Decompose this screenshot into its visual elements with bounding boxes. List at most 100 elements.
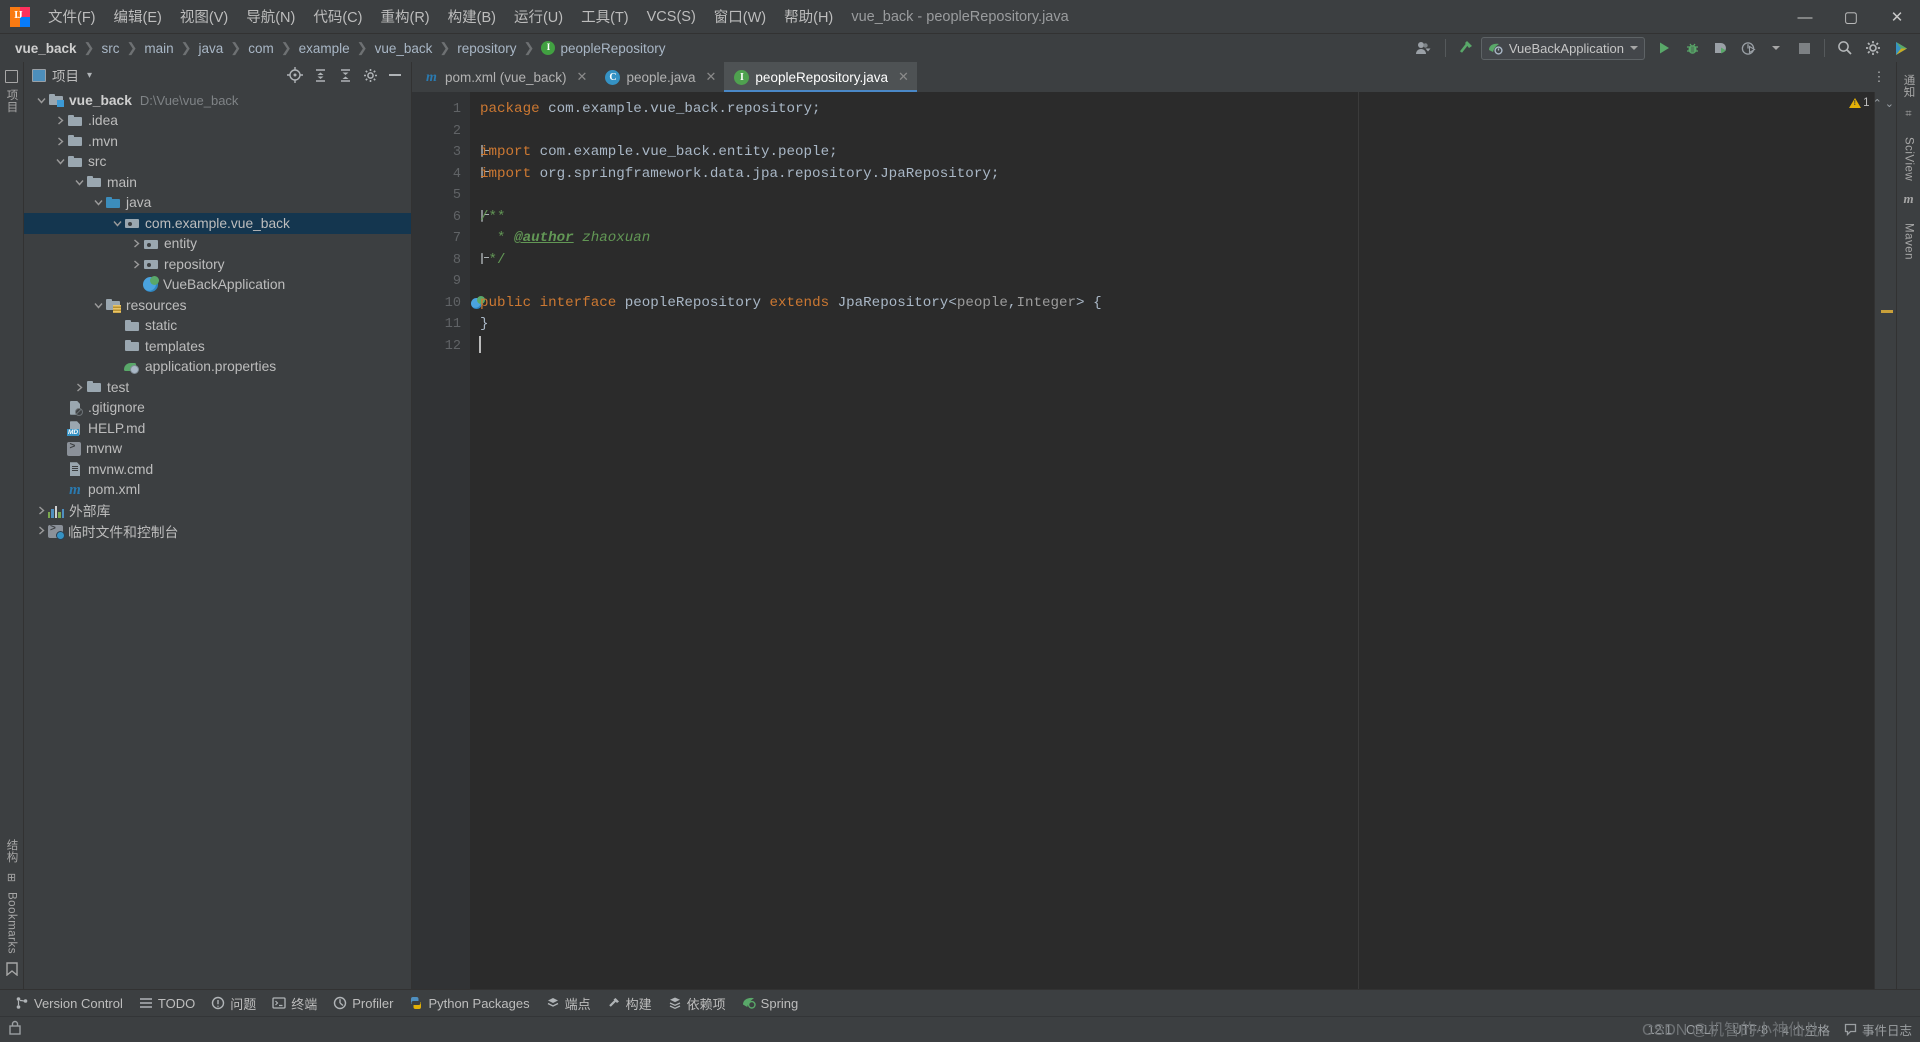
tree-row[interactable]: 外部库 (24, 500, 411, 521)
run-configuration-selector[interactable]: VueBackApplication (1480, 36, 1645, 60)
project-tool-icon[interactable] (5, 70, 18, 83)
error-stripe[interactable]: 1 ⌃ ⌄ (1849, 92, 1896, 989)
tree-row-selected[interactable]: com.example.vue_back (24, 213, 411, 234)
tree-row[interactable]: resources (24, 295, 411, 316)
code-line[interactable]: public interface peopleRepository extend… (480, 293, 1874, 315)
breadcrumb-item-example[interactable]: example (296, 37, 353, 59)
code-line[interactable] (480, 271, 1874, 293)
expand-all-icon[interactable] (308, 64, 332, 86)
chevron-right-icon[interactable] (53, 116, 67, 125)
tool-problems[interactable]: 问题 (204, 992, 263, 1014)
lock-icon[interactable] (8, 1020, 22, 1040)
run-button[interactable] (1651, 36, 1677, 60)
chevron-right-icon[interactable] (53, 137, 67, 146)
chevron-down-icon[interactable] (91, 198, 105, 207)
tree-row[interactable]: entity (24, 234, 411, 255)
menu-edit[interactable]: 编辑(E) (105, 4, 171, 30)
tree-row[interactable]: .mvn (24, 131, 411, 152)
select-opened-file-icon[interactable] (283, 64, 307, 86)
menu-run[interactable]: 运行(U) (505, 4, 572, 30)
chevron-down-icon[interactable] (34, 96, 48, 105)
debug-button[interactable] (1679, 36, 1705, 60)
prev-problem-icon[interactable]: ⌃ (1873, 97, 1882, 110)
tool-spring[interactable]: Spring (735, 992, 806, 1014)
tree-row[interactable]: MD HELP.md (24, 418, 411, 439)
breadcrumb-item-main[interactable]: main (141, 37, 176, 59)
code-line[interactable]: package com.example.vue_back.repository; (480, 99, 1874, 121)
chevron-right-icon[interactable] (34, 506, 48, 515)
database-icon[interactable]: ⌗ (1905, 108, 1911, 121)
chevron-right-icon[interactable] (129, 260, 143, 269)
tree-row[interactable]: main (24, 172, 411, 193)
editor-tab[interactable]: IpeopleRepository.java ✕ (724, 62, 917, 92)
chevron-down-icon[interactable] (110, 219, 124, 228)
menu-navigate[interactable]: 导航(N) (237, 4, 304, 30)
encoding[interactable]: UTF-8 (1733, 1023, 1768, 1037)
more-tabs-icon[interactable]: ⋮ (1866, 65, 1892, 89)
tool-todo[interactable]: TODO (132, 992, 202, 1014)
structure-icon[interactable]: ⊞ (7, 871, 16, 884)
tool-version-control[interactable]: Version Control (8, 992, 130, 1014)
project-strip-label[interactable]: 项目 (4, 89, 20, 113)
account-icon[interactable] (1412, 36, 1438, 60)
event-log-button[interactable]: 事件日志 (1844, 1020, 1912, 1039)
tree-row[interactable]: mvnw (24, 439, 411, 460)
editor-tab[interactable]: m pom.xml (vue_back) ✕ (414, 62, 595, 92)
notifications-strip-label[interactable]: 通知 (1901, 74, 1917, 98)
editor-tab[interactable]: Cpeople.java ✕ (595, 62, 724, 92)
gear-icon[interactable] (1860, 36, 1886, 60)
chevron-down-icon[interactable] (53, 157, 67, 166)
profiler-button[interactable] (1735, 36, 1761, 60)
chevron-down-icon[interactable] (91, 301, 105, 310)
chevron-right-icon[interactable] (129, 239, 143, 248)
menu-code[interactable]: 代码(C) (304, 4, 371, 30)
code-line[interactable] (480, 121, 1874, 143)
tree-row[interactable]: vue_back D:\Vue\vue_back (24, 90, 411, 111)
breadcrumb-item-java[interactable]: java (196, 37, 227, 59)
code-line[interactable]: } (480, 314, 1874, 336)
menu-tools[interactable]: 工具(T) (572, 4, 638, 30)
menu-vcs[interactable]: VCS(S) (638, 4, 705, 30)
close-tab-icon[interactable]: ✕ (706, 69, 717, 85)
stripe-warning-mark[interactable] (1881, 310, 1893, 313)
tree-row[interactable]: .gitignore (24, 398, 411, 419)
tree-row[interactable]: src (24, 152, 411, 173)
breadcrumb-item-vue-back[interactable]: vue_back (12, 37, 80, 59)
gear-icon[interactable] (358, 64, 382, 86)
menu-build[interactable]: 构建(B) (439, 4, 505, 30)
tree-row[interactable]: m pom.xml (24, 480, 411, 501)
code-line[interactable]: * @author zhaoxuan (480, 228, 1874, 250)
tree-row[interactable]: mvnw.cmd (24, 459, 411, 480)
menu-view[interactable]: 视图(V) (171, 4, 237, 30)
menu-refactor[interactable]: 重构(R) (371, 4, 438, 30)
chevron-right-icon[interactable] (72, 383, 86, 392)
chevron-right-icon[interactable] (34, 526, 48, 535)
code-editor[interactable]: 1 2 3 4 5 6 7 8 9 10 11 12 package com.example.vue_… (412, 92, 1896, 989)
updates-icon[interactable] (1888, 36, 1914, 60)
tree-row[interactable]: repository (24, 254, 411, 275)
code-line[interactable] (480, 185, 1874, 207)
close-button[interactable]: ✕ (1874, 0, 1920, 34)
breadcrumb-item-peoplerepository[interactable]: IpeopleRepository (538, 37, 668, 59)
tree-row[interactable]: VueBackApplication (24, 275, 411, 296)
breadcrumb-item-com[interactable]: com (245, 37, 277, 59)
tree-row[interactable]: static (24, 316, 411, 337)
indent-setting[interactable]: 4 个空格 (1782, 1020, 1830, 1039)
minimize-button[interactable]: — (1782, 0, 1828, 34)
code-content[interactable]: package com.example.vue_back.repository;… (470, 92, 1874, 989)
breadcrumb-item-repository[interactable]: repository (454, 37, 519, 59)
maximize-button[interactable]: ▢ (1828, 0, 1874, 34)
chevron-down-icon[interactable] (72, 178, 86, 187)
project-tree[interactable]: vue_back D:\Vue\vue_back .idea .mvn src main j… (24, 88, 411, 989)
structure-strip-label[interactable]: 结构 (4, 839, 20, 863)
next-problem-icon[interactable]: ⌄ (1885, 97, 1894, 110)
menu-help[interactable]: 帮助(H) (775, 4, 842, 30)
tool-python-packages[interactable]: Python Packages (402, 992, 536, 1014)
tree-row[interactable]: java (24, 193, 411, 214)
maven-icon[interactable]: m (1903, 191, 1913, 207)
hide-panel-icon[interactable] (383, 64, 407, 86)
code-line[interactable]: */ (480, 250, 1874, 272)
tree-row[interactable]: .idea (24, 111, 411, 132)
menu-file[interactable]: 文件(F) (39, 4, 105, 30)
code-line[interactable]: import com.example.vue_back.entity.peopl… (480, 142, 1874, 164)
